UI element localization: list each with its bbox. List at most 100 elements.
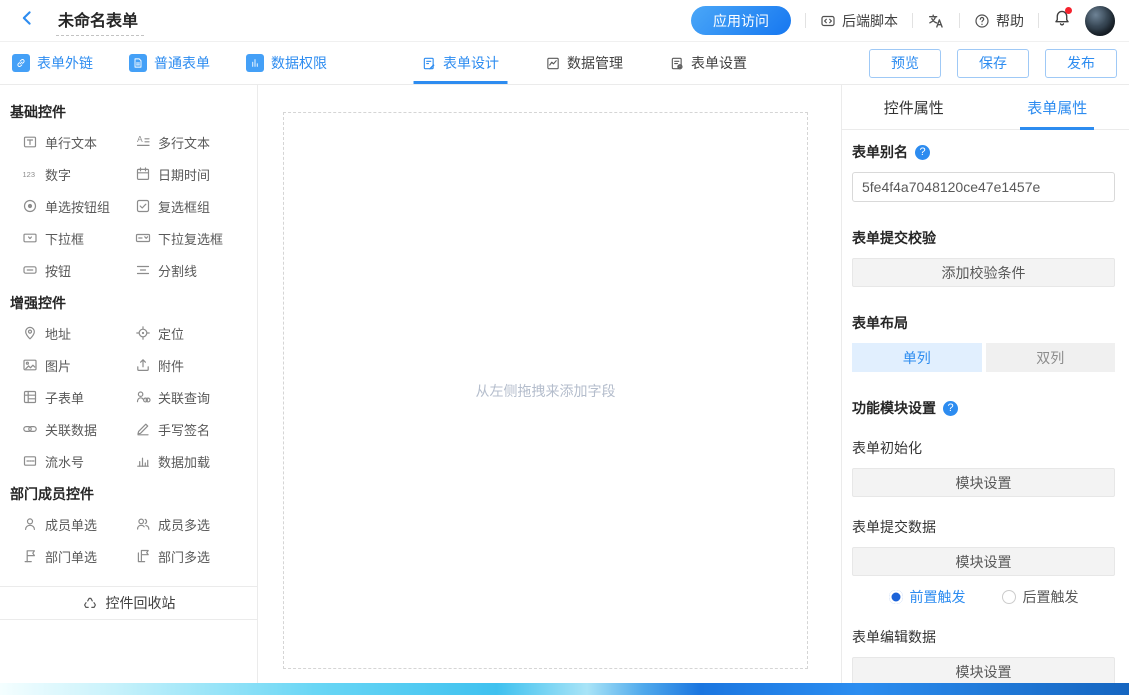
data-load-icon [135, 453, 151, 469]
toolbar: 表单外链 普通表单 数据权限 表单设计 数据管理 表单设置 预览保存发布 [0, 42, 1129, 85]
control-item-label: 下拉框 [45, 229, 84, 248]
add-validation-button[interactable]: 添加校验条件 [852, 258, 1115, 287]
multi-line-text-icon: A [135, 134, 151, 150]
app-access-button[interactable]: 应用访问 [691, 6, 791, 35]
control-item[interactable]: 按钮 [22, 254, 135, 286]
backend-script-button[interactable]: 后端脚本 [820, 11, 898, 31]
control-item-label: 图片 [45, 356, 71, 375]
avatar[interactable] [1085, 6, 1115, 36]
form-alias-input[interactable] [852, 172, 1115, 202]
address-icon [22, 325, 38, 341]
data-manage-icon [545, 56, 560, 71]
control-sidebar: 基础控件单行文本 A多行文本123数字日期时间单选按钮组复选框组下拉框 下拉复选框按… [0, 85, 258, 683]
control-item[interactable]: 流水号 [22, 445, 135, 477]
save-button[interactable]: 保存 [957, 49, 1029, 78]
trigger-radio[interactable]: 后置触发 [1002, 587, 1079, 607]
toolbar-item-data-permission[interactable]: 数据权限 [246, 53, 327, 73]
radio-dot-icon [1002, 590, 1016, 604]
select-icon [22, 230, 38, 246]
tab-control-props[interactable]: 控件属性 [842, 85, 986, 129]
control-item[interactable]: 图片 [22, 349, 135, 381]
relation-query-icon [135, 389, 151, 405]
control-item[interactable]: 单行文本 [22, 126, 135, 158]
control-item[interactable]: 关联数据 [22, 413, 135, 445]
language-button[interactable] [927, 12, 945, 30]
control-item[interactable]: 下拉框 [22, 222, 135, 254]
control-item[interactable]: 定位 [135, 317, 257, 349]
publish-button[interactable]: 发布 [1045, 49, 1117, 78]
trigger-radio[interactable]: 前置触发 [889, 587, 966, 607]
control-item[interactable]: 123数字 [22, 158, 135, 190]
control-recycle-bin[interactable]: 控件回收站 [0, 586, 257, 620]
sidebar-section-title: 增强控件 [0, 286, 257, 317]
properties-panel: 控件属性表单属性 表单别名 ? 表单提交校验 添加校验条件 表单布局 单列双列 … [841, 85, 1129, 683]
divider [959, 13, 960, 28]
control-item[interactable]: 数据加载 [135, 445, 257, 477]
tab-label: 表单设置 [691, 53, 747, 73]
tab-form-settings[interactable]: 表单设置 [669, 42, 747, 84]
translate-icon [927, 12, 945, 30]
control-item-label: 部门多选 [158, 547, 210, 566]
control-item[interactable]: 成员单选 [22, 508, 135, 540]
module-settings-button[interactable]: 模块设置 [852, 657, 1115, 683]
control-item-label: 单行文本 [45, 133, 97, 152]
backend-script-label: 后端脚本 [842, 11, 898, 31]
back-button[interactable] [18, 9, 36, 32]
sidebar-section-title: 基础控件 [0, 95, 257, 126]
help-badge-icon[interactable]: ? [943, 401, 958, 416]
layout-option[interactable]: 单列 [852, 343, 982, 372]
form-title-edit[interactable]: 未命名表单 [56, 5, 144, 36]
control-item[interactable]: 部门多选 [135, 540, 257, 572]
control-item[interactable]: 部门单选 [22, 540, 135, 572]
control-item[interactable]: 手写签名 [135, 413, 257, 445]
control-item[interactable]: 复选框组 [135, 190, 257, 222]
recycle-label: 控件回收站 [106, 593, 176, 613]
tab-form-design[interactable]: 表单设计 [421, 42, 499, 84]
panel-tab-label: 控件属性 [884, 97, 944, 118]
control-item-label: 子表单 [45, 388, 84, 407]
control-item-label: 附件 [158, 356, 184, 375]
tab-data-manage[interactable]: 数据管理 [545, 42, 623, 84]
plain-form-icon [129, 54, 147, 72]
help-button[interactable]: 帮助 [974, 11, 1024, 31]
module-settings-button[interactable]: 模块设置 [852, 547, 1115, 576]
divider [912, 13, 913, 28]
toolbar-item-form-external-link[interactable]: 表单外链 [12, 53, 93, 73]
module-settings-button[interactable]: 模块设置 [852, 468, 1115, 497]
module-groups: 表单初始化模块设置表单提交数据模块设置前置触发后置触发表单编辑数据模块设置前置触… [852, 438, 1115, 683]
number-icon: 123 [22, 166, 38, 182]
relation-data-icon [22, 421, 38, 437]
notification-button[interactable] [1053, 9, 1071, 32]
back-icon [18, 9, 36, 32]
control-item[interactable]: 分割线 [135, 254, 257, 286]
page-title: 未命名表单 [58, 13, 138, 30]
module-group: 表单编辑数据模块设置前置触发后置触发 [852, 627, 1115, 683]
desktop-taskbar-edge [0, 683, 1129, 695]
control-item[interactable]: 附件 [135, 349, 257, 381]
control-item[interactable]: 下拉复选框 [135, 222, 257, 254]
tab-label: 数据管理 [567, 53, 623, 73]
control-item[interactable]: 单选按钮组 [22, 190, 135, 222]
toolbar-item-plain-form[interactable]: 普通表单 [129, 53, 210, 73]
form-dropzone[interactable]: 从左侧拖拽来添加字段 [283, 112, 808, 669]
toolbar-tabs: 表单设计 数据管理 表单设置 [421, 42, 747, 84]
form-alias-label: 表单别名 [852, 142, 908, 162]
preview-button[interactable]: 预览 [869, 49, 941, 78]
control-item[interactable]: 日期时间 [135, 158, 257, 190]
form-layout-label: 表单布局 [852, 313, 908, 333]
tab-form-props[interactable]: 表单属性 [986, 85, 1129, 129]
control-item[interactable]: 成员多选 [135, 508, 257, 540]
sidebar-section-grid: 地址定位图片 附件子表单 关联查询关联数据手写签名流水号数据加载 [0, 317, 257, 477]
control-item[interactable]: A多行文本 [135, 126, 257, 158]
control-item[interactable]: 关联查询 [135, 381, 257, 413]
divider [1038, 13, 1039, 28]
radio-label: 后置触发 [1023, 587, 1079, 607]
attachment-icon [135, 357, 151, 373]
control-item[interactable]: 子表单 [22, 381, 135, 413]
data-permission-icon [246, 54, 264, 72]
control-item[interactable]: 地址 [22, 317, 135, 349]
layout-option[interactable]: 双列 [986, 343, 1116, 372]
divider-icon [135, 262, 151, 278]
help-badge-icon[interactable]: ? [915, 145, 930, 160]
modules-heading: 功能模块设置 ? [852, 398, 1115, 418]
